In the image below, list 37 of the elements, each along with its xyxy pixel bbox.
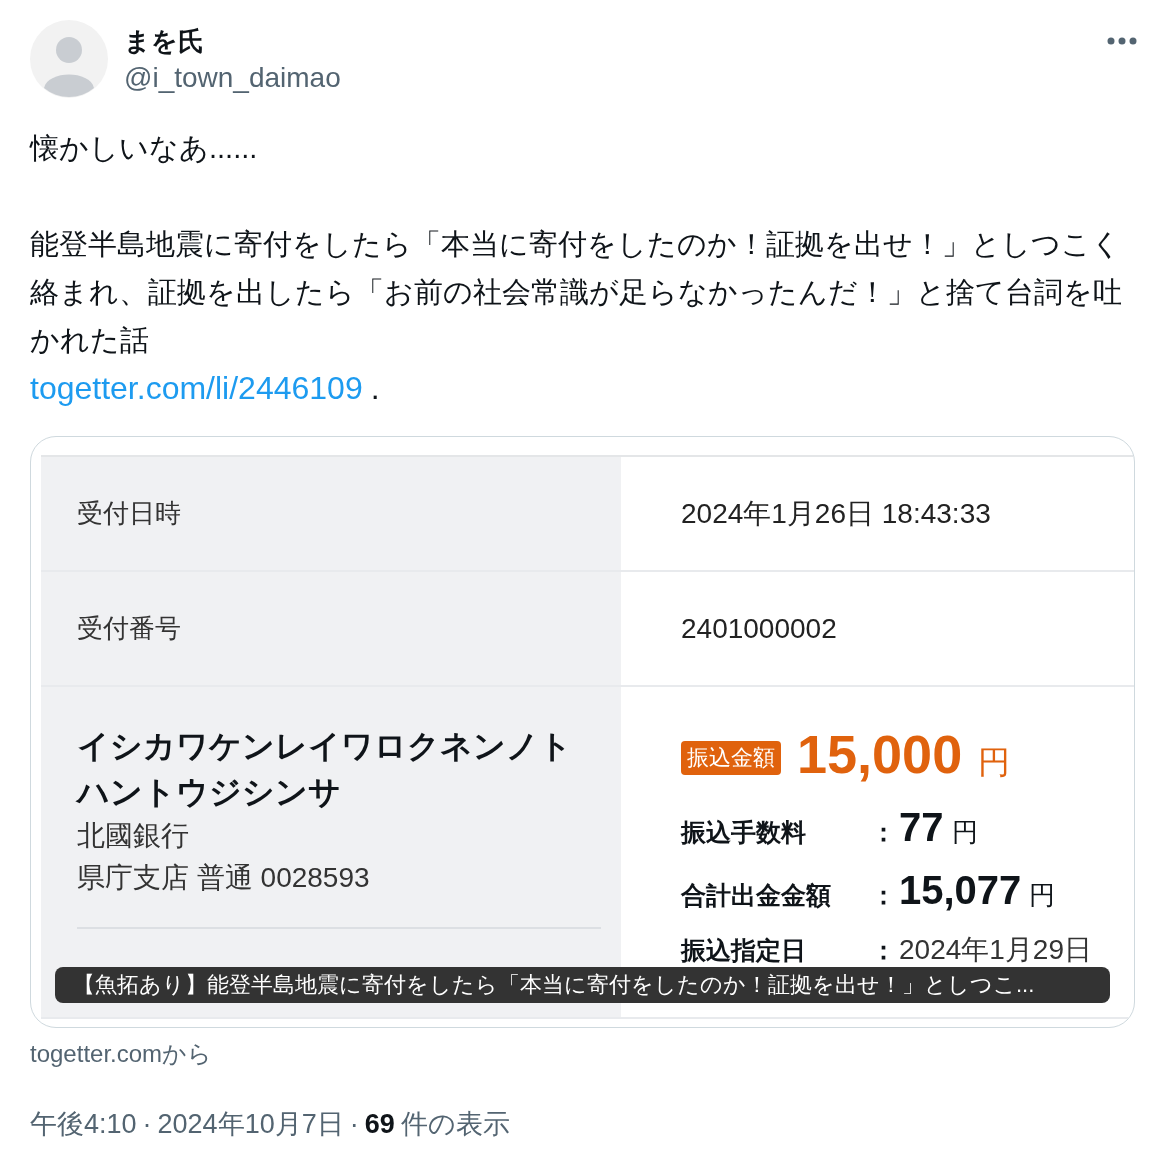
amount-badge: 振込金額 [681,741,781,775]
display-name[interactable]: まを氏 [124,22,1090,60]
field-label: 受付番号 [77,612,181,645]
detail-label: 合計出金金額 [681,880,832,911]
colon: ： [871,817,897,848]
currency-unit: 円 [951,817,978,847]
tweet-text: 能登半島地震に寄付をしたら「本当に寄付をしたのか！証拠を出せ！」としつこく絡まれ、証拠を出したら「お前の社会常識が足らなかったんだ！」と捨て台詞を吐かれた話 [30,227,1123,358]
detail-value: 77 [899,805,944,849]
separator: · [349,1109,359,1140]
card-source[interactable]: togetter.comから [30,1038,1138,1070]
field-label: 受付日時 [77,497,181,530]
user-handle[interactable]: @i_town_daimao [124,60,1090,96]
payee-name: イシカワケンレイワロクネンノト [77,727,573,766]
more-icon[interactable] [1106,36,1138,46]
account-info: 県庁支店 普通 0028593 [77,861,371,895]
link-card[interactable]: 受付日時 2024年1月26日 18:43:33 受付番号 2401000002 イシカワケンレイワロクネンノト ハントウジシンサ 北國銀行 県庁支店 普通 0028593 振込金額 15,000 円 振込手数料 ：77 円 合計出金金額 ：15,077 円 振込指定日 ：2024年1月29日 【魚拓あり】能登半島地震に寄付をしたら「本当に寄付をしたのか！証拠を出せ！」としつこ... [30,436,1135,1028]
post-time[interactable]: 午後4:10 [30,1106,137,1142]
card-title: 【魚拓あり】能登半島地震に寄付をしたら「本当に寄付をしたのか！証拠を出せ！」としつこ... [55,967,1110,1003]
tweet-text: 懐かしいなあ...... [30,131,259,166]
views-label: 件の表示 [400,1108,510,1141]
detail-value: 15,077 [899,868,1022,912]
payee-name: ハントウジシンサ [77,773,342,812]
detail-label: 振込手数料 [681,817,807,848]
currency-unit: 円 [978,743,1011,782]
transfer-amount: 15,000 [797,723,963,785]
post-date[interactable]: 2024年10月7日 [157,1106,344,1142]
bank-name: 北國銀行 [77,819,190,853]
field-value: 2401000002 [681,612,837,645]
colon: ： [871,935,897,966]
separator: · [142,1109,152,1140]
detail-value: 2024年1月29日 [899,933,1093,967]
colon: ： [871,880,897,911]
currency-unit: 円 [1029,880,1056,910]
view-count: 69 [364,1109,395,1140]
detail-label: 振込指定日 [681,935,807,966]
field-value: 2024年1月26日 18:43:33 [681,496,991,531]
period: . [370,370,380,406]
